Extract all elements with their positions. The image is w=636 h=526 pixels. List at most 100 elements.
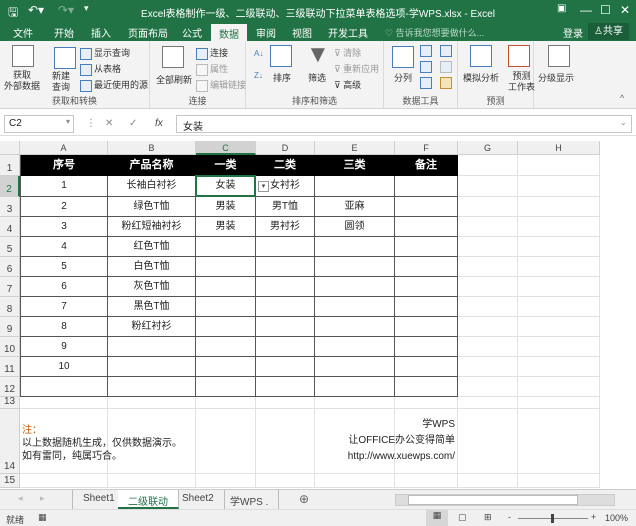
table-cell[interactable] <box>196 237 256 257</box>
table-cell[interactable]: 长袖白衬衫 <box>108 176 196 197</box>
row-header-6[interactable]: 6 <box>0 257 20 277</box>
page-break-view-icon[interactable]: ⊞ <box>484 512 492 523</box>
cell[interactable] <box>518 155 600 176</box>
name-box-dropdown-icon[interactable]: ▾ <box>66 117 70 126</box>
tab-developer[interactable]: 开发工具 <box>328 25 368 40</box>
cell[interactable] <box>458 317 518 337</box>
table-cell[interactable] <box>315 277 395 297</box>
enter-icon[interactable]: ✓ <box>129 118 137 129</box>
cell[interactable] <box>256 474 315 488</box>
scroll-left-icon[interactable]: ◂ <box>18 493 23 504</box>
sort-button[interactable]: 排序 <box>273 71 291 84</box>
cell[interactable] <box>256 397 315 409</box>
table-cell[interactable]: 7 <box>20 297 108 317</box>
cell[interactable] <box>458 377 518 397</box>
table-cell[interactable]: 圆领 <box>315 217 395 237</box>
table-cell[interactable] <box>256 297 315 317</box>
what-if-button[interactable]: 模拟分析 <box>463 71 499 84</box>
select-all-corner[interactable] <box>0 141 20 155</box>
table-cell[interactable] <box>315 237 395 257</box>
connections-button[interactable]: 连接 <box>196 46 228 60</box>
table-cell[interactable] <box>395 176 458 197</box>
row-header-8[interactable]: 8 <box>0 297 20 317</box>
table-cell[interactable] <box>196 337 256 357</box>
cell[interactable] <box>518 377 600 397</box>
table-cell[interactable] <box>196 357 256 377</box>
cell[interactable] <box>518 237 600 257</box>
cell[interactable] <box>458 337 518 357</box>
tab-data[interactable]: 数据 <box>211 24 247 41</box>
table-cell[interactable] <box>395 217 458 237</box>
brand-url[interactable]: http://www.xuewps.com/ <box>348 450 455 464</box>
cell[interactable] <box>256 409 315 474</box>
login-link[interactable]: 登录 <box>563 25 583 40</box>
table-header-cell[interactable]: 序号 <box>20 155 108 176</box>
zoom-in-icon[interactable]: + <box>591 512 596 522</box>
table-cell[interactable] <box>395 257 458 277</box>
table-header-cell[interactable]: 一类 <box>196 155 256 176</box>
table-header-cell[interactable]: 二类 <box>256 155 315 176</box>
cell[interactable] <box>196 474 256 488</box>
column-header-e[interactable]: E <box>315 141 395 155</box>
cell[interactable] <box>518 277 600 297</box>
insert-function-icon[interactable]: fx <box>155 118 163 129</box>
table-cell[interactable]: 3 <box>20 217 108 237</box>
refresh-all-button[interactable]: 全部刷新 <box>156 73 192 86</box>
cell[interactable] <box>518 317 600 337</box>
cell[interactable] <box>395 474 458 488</box>
advanced-button[interactable]: ⊽ 高级 <box>334 78 361 91</box>
data-validation-icon[interactable] <box>420 77 432 89</box>
column-header-a[interactable]: A <box>20 141 108 155</box>
column-header-h[interactable]: H <box>518 141 600 155</box>
cell[interactable] <box>395 397 458 409</box>
data-model-icon[interactable] <box>440 77 452 89</box>
cell[interactable] <box>458 474 518 488</box>
tab-formulas[interactable]: 公式 <box>182 25 202 40</box>
ribbon-display-icon[interactable]: ▣ <box>557 3 566 14</box>
table-cell[interactable]: 2 <box>20 197 108 217</box>
table-cell[interactable]: 男装 <box>196 217 256 237</box>
text-to-columns-button[interactable]: 分列 <box>394 71 412 84</box>
cell[interactable] <box>196 397 256 409</box>
cell[interactable] <box>458 155 518 176</box>
cancel-icon[interactable]: ✕ <box>105 118 113 129</box>
table-cell[interactable] <box>256 257 315 277</box>
sort-ascending-icon[interactable]: A↓ <box>254 49 263 58</box>
table-cell[interactable] <box>256 337 315 357</box>
name-box[interactable]: C2 <box>4 115 74 133</box>
new-query-button[interactable]: 新建 查询 <box>52 71 70 93</box>
table-cell[interactable] <box>315 317 395 337</box>
cell[interactable] <box>315 474 395 488</box>
table-cell[interactable] <box>315 297 395 317</box>
cell[interactable] <box>458 217 518 237</box>
cell[interactable] <box>458 397 518 409</box>
table-cell[interactable]: 白色T恤 <box>108 257 196 277</box>
table-cell[interactable] <box>395 197 458 217</box>
cell[interactable] <box>458 277 518 297</box>
show-queries-button[interactable]: 显示查询 <box>80 46 130 60</box>
table-cell[interactable] <box>196 297 256 317</box>
table-cell[interactable]: 4 <box>20 237 108 257</box>
scroll-right-icon[interactable]: ▸ <box>40 493 45 504</box>
cell[interactable] <box>458 197 518 217</box>
table-cell[interactable] <box>395 377 458 397</box>
from-table-button[interactable]: 从表格 <box>80 62 121 76</box>
row-header-15[interactable]: 15 <box>0 474 20 488</box>
table-cell[interactable] <box>256 277 315 297</box>
table-cell[interactable] <box>395 337 458 357</box>
column-header-b[interactable]: B <box>108 141 196 155</box>
table-cell[interactable] <box>20 377 108 397</box>
cell[interactable] <box>458 357 518 377</box>
table-header-cell[interactable]: 备注 <box>395 155 458 176</box>
row-header-13[interactable]: 13 <box>0 396 20 409</box>
cell[interactable] <box>108 397 196 409</box>
cell[interactable] <box>518 474 600 488</box>
close-icon[interactable]: ✕ <box>620 3 630 17</box>
cell[interactable] <box>196 409 256 474</box>
table-cell[interactable] <box>315 176 395 197</box>
tell-me-search[interactable]: ♡ 告诉我您想要做什么... <box>385 26 484 39</box>
tab-view[interactable]: 视图 <box>292 25 312 40</box>
cell[interactable] <box>108 474 196 488</box>
table-cell[interactable]: 6 <box>20 277 108 297</box>
outline-button[interactable]: 分级显示 <box>538 71 574 84</box>
